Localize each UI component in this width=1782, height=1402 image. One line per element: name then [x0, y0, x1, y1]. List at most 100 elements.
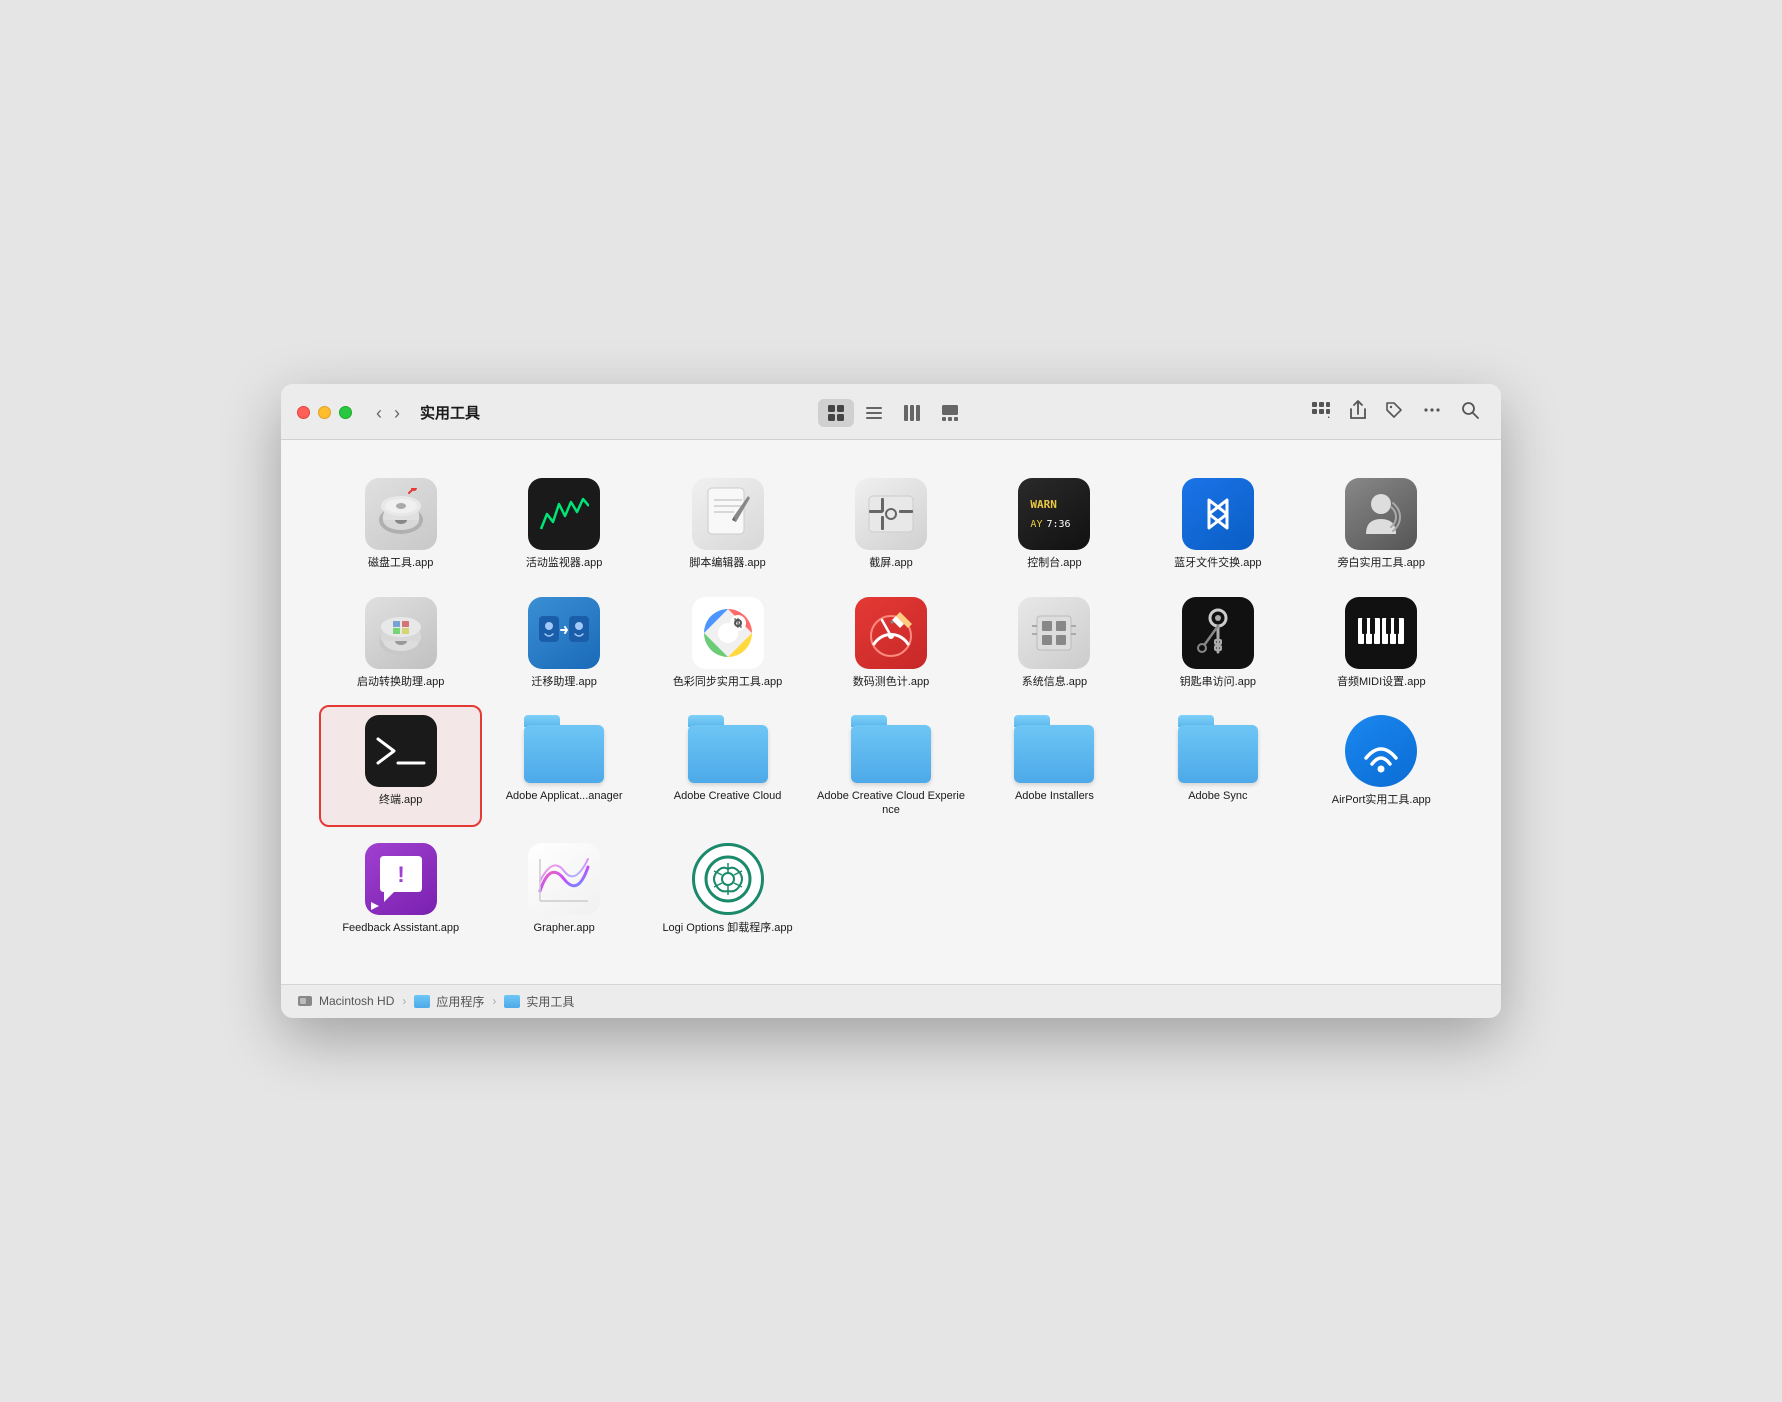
logi-options-label: Logi Options 卸载程序.app	[662, 921, 792, 935]
sysinfo-icon	[1018, 597, 1090, 669]
back-button[interactable]: ‹	[372, 402, 386, 424]
colormet-label: 数码测色计.app	[853, 675, 929, 689]
view-grid-button[interactable]	[818, 399, 854, 427]
app-keychain[interactable]: 钥匙串访问.app	[1138, 589, 1297, 697]
app-disk-utility[interactable]: 磁盘工具.app	[321, 470, 480, 578]
toolbar-right	[1305, 396, 1485, 429]
statusbar-apps-icon	[414, 995, 430, 1008]
statusbar-utils-icon	[504, 995, 520, 1008]
app-adobe-creative-cloud-exp[interactable]: Adobe Creative Cloud Experience	[811, 707, 970, 826]
script-editor-label: 脚本编辑器.app	[689, 556, 765, 570]
tag-icon	[1385, 401, 1403, 419]
content-area: 磁盘工具.app 活动监视器.app	[281, 440, 1501, 983]
migration-label: 迁移助理.app	[531, 675, 596, 689]
sysinfo-label: 系统信息.app	[1022, 675, 1087, 689]
voiceover-label: 旁白实用工具.app	[1338, 556, 1425, 570]
app-terminal[interactable]: 终端.app	[321, 707, 480, 826]
adobe-installers-icon	[1014, 715, 1094, 783]
app-audiomidi[interactable]: 音频MIDI设置.app	[1302, 589, 1461, 697]
adobe-creative-cloud-exp-icon	[851, 715, 931, 783]
voiceover-icon	[1345, 478, 1417, 550]
script-editor-icon	[692, 478, 764, 550]
search-icon	[1461, 401, 1479, 419]
maximize-button[interactable]	[339, 406, 352, 419]
adobe-creative-cloud-exp-label: Adobe Creative Cloud Experience	[815, 789, 966, 818]
view-column-button[interactable]	[894, 399, 930, 427]
hd-icon	[297, 994, 313, 1008]
search-button[interactable]	[1455, 397, 1485, 428]
app-airport[interactable]: AirPort实用工具.app	[1302, 707, 1461, 826]
share-button[interactable]	[1343, 396, 1373, 429]
terminal-icon	[365, 715, 437, 787]
statusbar-sep1: ›	[402, 994, 406, 1008]
adobe-sync-icon	[1178, 715, 1258, 783]
grapher-label: Grapher.app	[534, 921, 595, 935]
app-migration[interactable]: 迁移助理.app	[484, 589, 643, 697]
keychain-icon	[1182, 597, 1254, 669]
app-colorsync[interactable]: 色彩同步实用工具.app	[648, 589, 807, 697]
statusbar-sep2: ›	[492, 994, 496, 1008]
bootcamp-label: 启动转换助理.app	[357, 675, 444, 689]
adobe-app-manager-icon	[524, 715, 604, 783]
traffic-lights	[297, 406, 352, 419]
minimize-button[interactable]	[318, 406, 331, 419]
more-button[interactable]	[1415, 397, 1449, 428]
list-icon	[865, 404, 883, 422]
migration-icon	[528, 597, 600, 669]
close-button[interactable]	[297, 406, 310, 419]
app-adobe-installers[interactable]: Adobe Installers	[975, 707, 1134, 826]
logi-options-icon	[692, 843, 764, 915]
app-activity-monitor[interactable]: 活动监视器.app	[484, 470, 643, 578]
activity-monitor-icon	[528, 478, 600, 550]
nav-buttons: ‹ ›	[372, 402, 404, 424]
app-bootcamp[interactable]: 启动转换助理.app	[321, 589, 480, 697]
app-logi-options[interactable]: Logi Options 卸载程序.app	[648, 835, 807, 943]
app-adobe-sync[interactable]: Adobe Sync	[1138, 707, 1297, 826]
view-list-button[interactable]	[856, 399, 892, 427]
app-adobe-creative-cloud[interactable]: Adobe Creative Cloud	[648, 707, 807, 826]
adobe-creative-cloud-icon	[688, 715, 768, 783]
group-button[interactable]	[1305, 397, 1337, 428]
view-gallery-button[interactable]	[932, 399, 968, 427]
app-adobe-app-manager[interactable]: Adobe Applicat...anager	[484, 707, 643, 826]
airport-icon	[1345, 715, 1417, 787]
toolbar-view-controls	[492, 399, 1293, 427]
terminal-label: 终端.app	[379, 793, 422, 807]
more-icon	[1421, 401, 1443, 419]
forward-button[interactable]: ›	[390, 402, 404, 424]
colormet-icon	[855, 597, 927, 669]
screenshot-label: 截屏.app	[869, 556, 912, 570]
app-voiceover[interactable]: 旁白实用工具.app	[1302, 470, 1461, 578]
tag-button[interactable]	[1379, 397, 1409, 428]
titlebar: ‹ › 实用工具	[281, 384, 1501, 440]
app-script-editor[interactable]: 脚本编辑器.app	[648, 470, 807, 578]
group-icon	[1311, 401, 1331, 419]
app-sysinfo[interactable]: 系统信息.app	[975, 589, 1134, 697]
audiomidi-icon	[1345, 597, 1417, 669]
share-icon	[1349, 400, 1367, 420]
app-bluetooth[interactable]: 蓝牙文件交换.app	[1138, 470, 1297, 578]
icon-grid: 磁盘工具.app 活动监视器.app	[321, 470, 1461, 963]
adobe-app-manager-label: Adobe Applicat...anager	[506, 789, 623, 803]
app-grapher[interactable]: Grapher.app	[484, 835, 643, 943]
feedback-assistant-icon: !	[365, 843, 437, 915]
keychain-label: 钥匙串访问.app	[1180, 675, 1256, 689]
app-feedback-assistant[interactable]: ! Feedback Assistant.app	[321, 835, 480, 943]
console-icon: WARN AY 7:36	[1018, 478, 1090, 550]
audiomidi-label: 音频MIDI设置.app	[1337, 675, 1426, 689]
adobe-sync-label: Adobe Sync	[1188, 789, 1247, 803]
feedback-assistant-label: Feedback Assistant.app	[342, 921, 459, 935]
grid-icon	[827, 404, 845, 422]
adobe-creative-cloud-label: Adobe Creative Cloud	[674, 789, 782, 803]
window-title: 实用工具	[420, 402, 480, 423]
disk-utility-label: 磁盘工具.app	[368, 556, 433, 570]
app-console[interactable]: WARN AY 7:36 控制台.app	[975, 470, 1134, 578]
statusbar-apps: 应用程序	[436, 993, 484, 1010]
app-screenshot[interactable]: 截屏.app	[811, 470, 970, 578]
app-colormet[interactable]: 数码测色计.app	[811, 589, 970, 697]
screenshot-icon	[855, 478, 927, 550]
statusbar-utils: 实用工具	[526, 993, 574, 1010]
grapher-icon	[528, 843, 600, 915]
column-icon	[903, 404, 921, 422]
statusbar: Macintosh HD › 应用程序 › 实用工具	[281, 984, 1501, 1018]
